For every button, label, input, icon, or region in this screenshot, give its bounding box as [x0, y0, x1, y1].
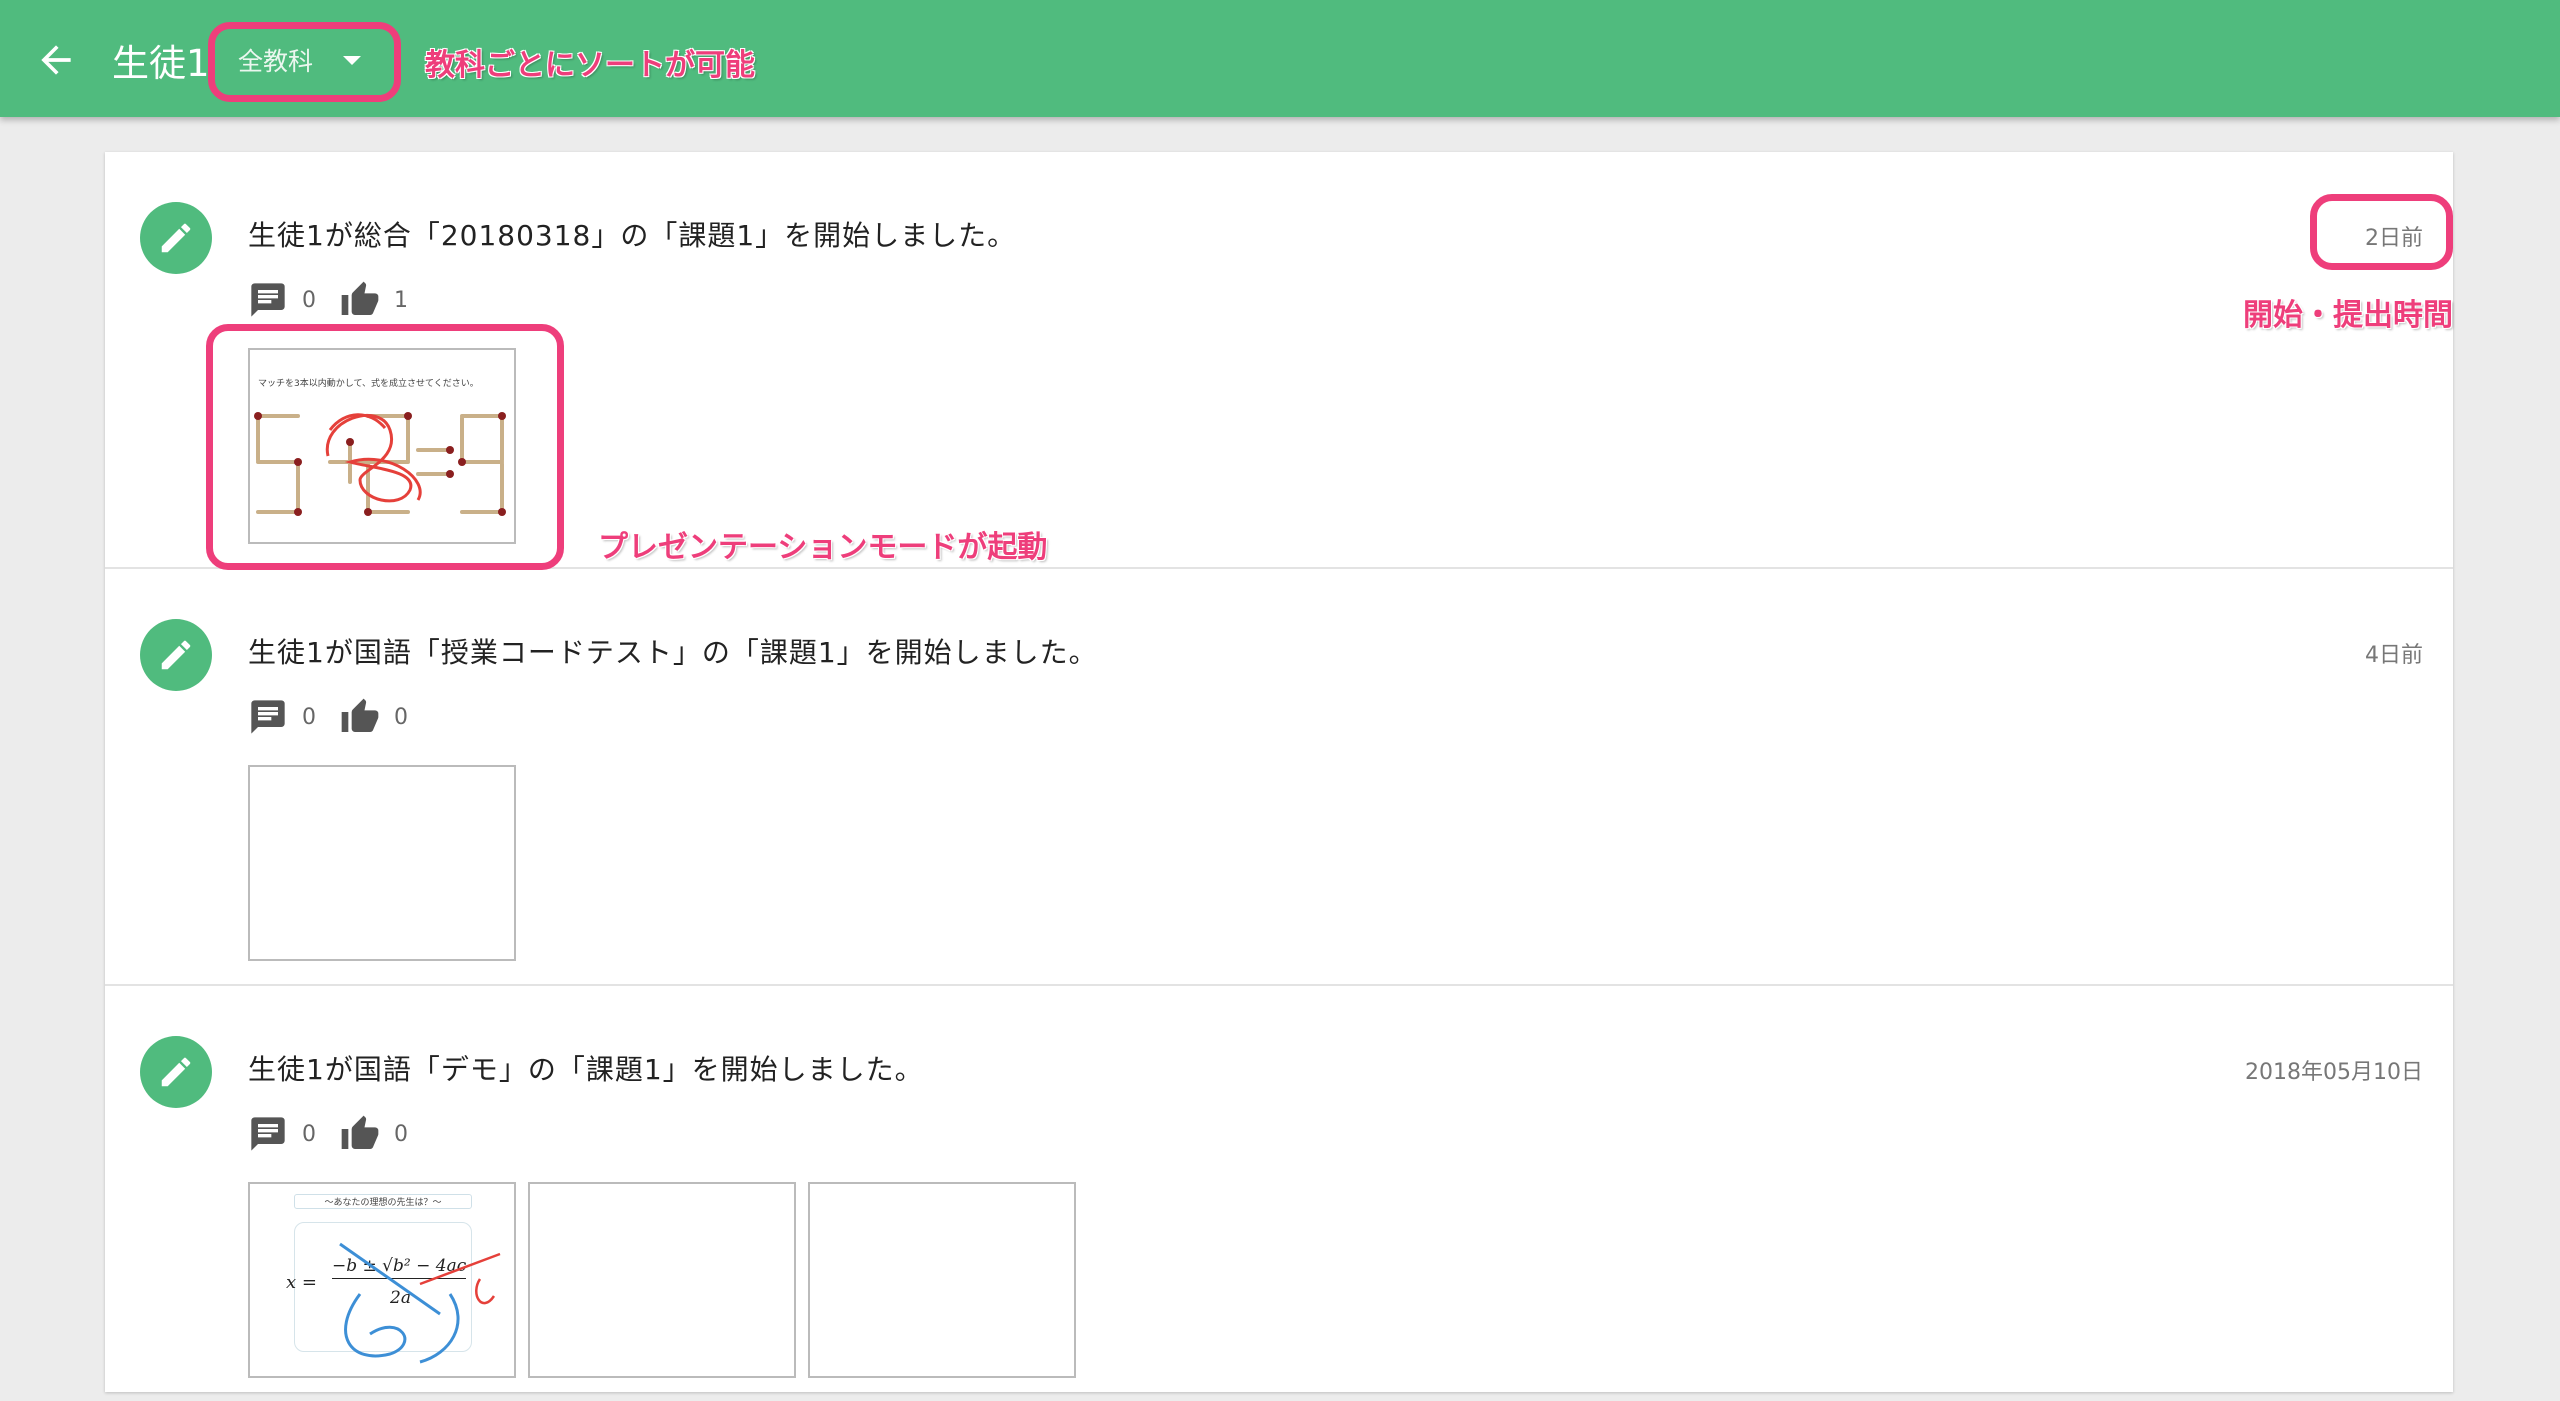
- like-count: 1: [394, 287, 408, 313]
- activity-time: 4日前: [2365, 643, 2423, 668]
- like-count: 0: [394, 1121, 408, 1147]
- comment-icon: [251, 283, 285, 317]
- comment-button[interactable]: [248, 280, 288, 320]
- annotation-presentation-text: プレゼンテーションモードが起動: [598, 530, 1048, 565]
- thumbs-up-icon: [341, 1115, 379, 1149]
- comment-count: 0: [302, 287, 316, 313]
- activity-avatar: [140, 619, 212, 691]
- activity-message: 生徒1が総合「20180318」の「課題1」を開始しました。: [248, 219, 1017, 252]
- activity-stats: 0 0: [248, 697, 408, 737]
- activity-time: 2018年05月10日: [2245, 1060, 2423, 1085]
- pencil-icon: [161, 223, 191, 253]
- worksheet-thumbnail[interactable]: 〜あなたの理想の先生は？〜 x = −b ± √b² − 4ac 2a: [248, 1182, 516, 1378]
- comment-count: 0: [302, 1121, 316, 1147]
- activity-avatar: [140, 1036, 212, 1108]
- thumbs-up-icon: [341, 281, 379, 315]
- handwriting-overlay: [339, 1242, 501, 1364]
- worksheet-thumbnail[interactable]: [528, 1182, 796, 1378]
- feed-entry[interactable]: 生徒1が国語「デモ」の「課題1」を開始しました。 2018年05月10日 0 0…: [105, 986, 2453, 1401]
- thumbnail-list: 〜あなたの理想の先生は？〜 x = −b ± √b² − 4ac 2a: [248, 1182, 1076, 1378]
- comment-icon: [251, 700, 285, 734]
- pencil-icon: [161, 1057, 191, 1087]
- comment-button[interactable]: [248, 1114, 288, 1154]
- pencil-icon: [161, 640, 191, 670]
- activity-stats: 0 0: [248, 1114, 408, 1154]
- activity-avatar: [140, 202, 212, 274]
- annotation-sort-highlight: [208, 22, 401, 102]
- worksheet-thumbnail[interactable]: [248, 765, 516, 961]
- comment-icon: [251, 1117, 285, 1151]
- annotation-time-text: 開始・提出時間: [2243, 298, 2453, 333]
- thumbnail-list: [248, 765, 516, 961]
- like-count: 0: [394, 704, 408, 730]
- activity-stats: 0 1: [248, 280, 408, 320]
- annotation-presentation-highlight: [206, 324, 564, 570]
- back-button[interactable]: [34, 38, 78, 82]
- comment-button[interactable]: [248, 697, 288, 737]
- feed-entry[interactable]: 生徒1が国語「授業コードテスト」の「課題1」を開始しました。 4日前 0 0: [105, 569, 2453, 986]
- annotation-sort-text: 教科ごとにソートが可能: [425, 48, 755, 83]
- activity-message: 生徒1が国語「デモ」の「課題1」を開始しました。: [248, 1053, 924, 1086]
- thumbs-up-icon: [341, 698, 379, 732]
- comment-count: 0: [302, 704, 316, 730]
- worksheet-thumbnail[interactable]: [808, 1182, 1076, 1378]
- activity-message: 生徒1が国語「授業コードテスト」の「課題1」を開始しました。: [248, 636, 1098, 669]
- like-button[interactable]: [340, 280, 380, 320]
- like-button[interactable]: [340, 697, 380, 737]
- arrow-left-icon: [41, 45, 71, 75]
- annotation-time-highlight: [2310, 194, 2453, 270]
- like-button[interactable]: [340, 1114, 380, 1154]
- page-title: 生徒1: [112, 42, 210, 85]
